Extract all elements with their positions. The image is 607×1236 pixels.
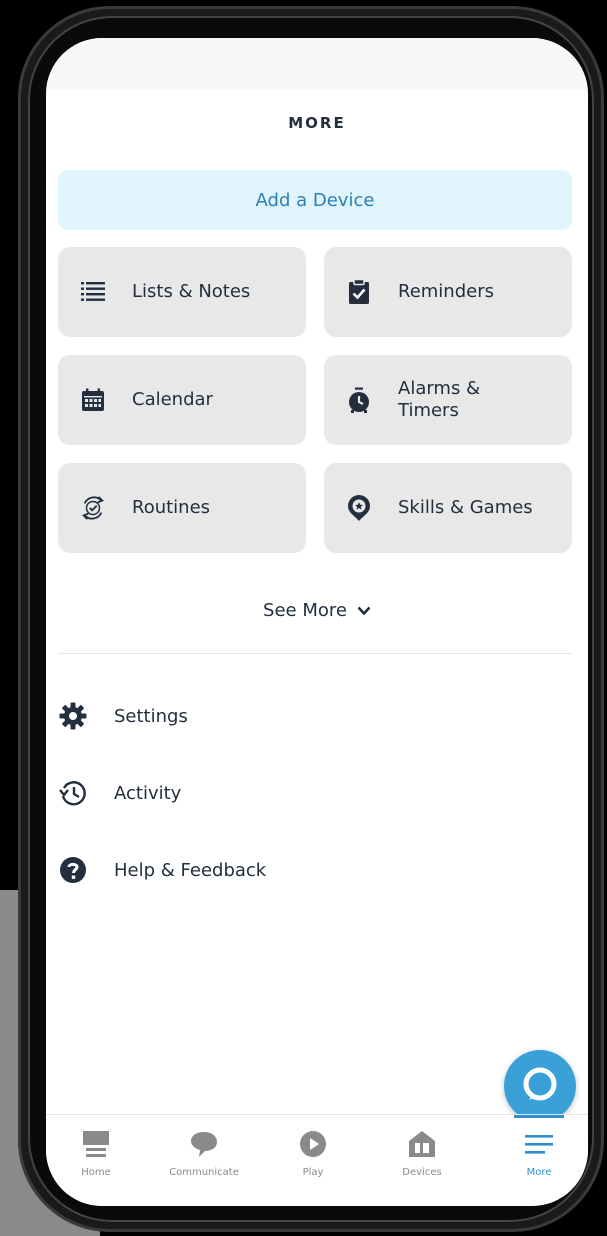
status-bar [46,38,588,90]
see-more-button[interactable]: See More [46,600,588,621]
chat-bubble-icon [187,1127,221,1161]
app-screen: MORE Add a Device Lists & Notes Reminder… [46,38,588,1206]
play-icon [296,1127,330,1161]
add-device-button[interactable]: Add a Device [58,170,572,230]
divider [58,653,572,654]
page-title: MORE [288,114,346,132]
tile-reminders[interactable]: Reminders [324,247,572,337]
alexa-icon [522,1066,558,1106]
tab-label: More [526,1167,552,1178]
bottom-tab-bar: Home Communicate Play Devices More [46,1114,588,1206]
tile-alarms-timers[interactable]: Alarms & Timers [324,355,572,445]
tab-label: Home [81,1167,111,1178]
calendar-icon [80,387,106,413]
help-icon [58,855,88,885]
history-icon [58,778,88,808]
menu-item-settings[interactable]: Settings [58,698,538,734]
tile-lists-notes[interactable]: Lists & Notes [58,247,306,337]
tile-label: Lists & Notes [132,281,251,302]
skills-icon [346,495,372,521]
tab-more[interactable]: More [489,1115,588,1206]
routines-icon [80,495,106,521]
add-device-label: Add a Device [255,189,375,211]
tile-label: Reminders [398,281,494,302]
menu-item-label: Settings [114,705,188,727]
menu-item-label: Activity [114,782,182,804]
tab-label: Devices [402,1167,442,1178]
tile-label: Skills & Games [398,497,533,518]
tab-play[interactable]: Play [263,1115,363,1206]
gear-icon [58,701,88,731]
tile-skills-games[interactable]: Skills & Games [324,463,572,553]
home-icon [79,1127,113,1161]
list-icon [80,279,106,305]
alarm-clock-icon [346,387,372,413]
tab-label: Communicate [169,1167,239,1178]
menu-item-activity[interactable]: Activity [58,775,538,811]
menu-item-help-feedback[interactable]: Help & Feedback [58,852,538,888]
alexa-button[interactable] [504,1050,576,1122]
devices-icon [405,1127,439,1161]
see-more-label: See More [263,600,347,621]
tab-communicate[interactable]: Communicate [154,1115,254,1206]
clipboard-check-icon [346,279,372,305]
tab-label: Play [302,1167,324,1178]
chevron-down-icon [357,600,371,621]
tile-label: Calendar [132,389,213,410]
tab-home[interactable]: Home [46,1115,146,1206]
tile-label: Alarms & Timers [398,378,481,421]
menu-item-label: Help & Feedback [114,859,267,881]
tile-calendar[interactable]: Calendar [58,355,306,445]
tile-label: Routines [132,497,211,518]
menu-lines-icon [522,1127,556,1161]
tab-devices[interactable]: Devices [372,1115,472,1206]
tile-routines[interactable]: Routines [58,463,306,553]
